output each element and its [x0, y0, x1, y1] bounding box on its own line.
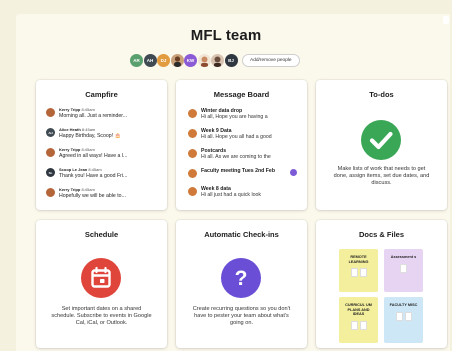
post-excerpt: Hi all. Hope you all had a good [201, 134, 272, 140]
person-photo-icon [200, 56, 208, 67]
people-row: AR AH DJ KW BJ Add/remove people [130, 52, 300, 68]
avatar[interactable] [211, 53, 224, 67]
message-text: Morning all. Just a reminder... [59, 113, 128, 119]
folder-faculty-misc[interactable]: FACULTY MISC [384, 297, 423, 343]
file-thumbnail [359, 320, 367, 330]
avatar[interactable]: DJ [157, 53, 170, 67]
message-post[interactable]: Postcards Hi all. As we are coming to th… [188, 148, 297, 166]
folder-remote-learning[interactable]: REMOTE LEARNING [339, 249, 378, 292]
folder-thumbnails [395, 311, 412, 321]
checkins-card[interactable]: Automatic Check-ins ? Create recurring q… [176, 220, 307, 348]
avatar: SL [46, 168, 55, 177]
message-post[interactable]: Winter data drop Hi all, Hope you are ha… [188, 108, 297, 126]
card-title: Automatic Check-ins [204, 230, 279, 239]
folder-curriculum-plans[interactable]: CURRICUL UM PLANS AND IDEAS [339, 297, 378, 343]
person-photo-icon [173, 55, 181, 67]
message-text: Happy Birthday, Scoop! 🎂 [59, 133, 122, 139]
avatar[interactable] [197, 53, 211, 67]
avatar [188, 187, 197, 196]
docs-files-card[interactable]: Docs & Files REMOTE LEARNING Assessment … [316, 220, 447, 348]
folder-name: FACULTY MISC [389, 303, 418, 307]
file-thumbnail [395, 311, 403, 321]
post-excerpt: Hi all, Hope you are having a [201, 114, 268, 120]
message-time: 8:45am [81, 187, 95, 192]
svg-text:?: ? [235, 267, 248, 290]
folder-thumbnails [400, 263, 407, 273]
scroll-indicator[interactable] [443, 16, 449, 24]
unread-badge-icon [290, 169, 297, 176]
message-text: Agreed in all ways! Have a l... [59, 153, 128, 159]
file-thumbnail [400, 263, 407, 273]
folder-name: REMOTE LEARNING [348, 255, 369, 264]
post-title: Faculty meeting Tues 2nd Feb [201, 168, 275, 174]
message-post[interactable]: Faculty meeting Tues 2nd Feb [188, 168, 297, 184]
message-author: Kerry Tripp [59, 187, 81, 192]
card-title: Schedule [84, 230, 119, 239]
message-text: Thank you! Have a good Fri... [59, 173, 128, 179]
message-time: 8:45am [81, 127, 96, 132]
chat-message: SL Scoop Le Jean 8:45am Thank you! Have … [46, 166, 159, 188]
card-title: Docs & Files [358, 230, 404, 239]
avatar [188, 149, 197, 158]
card-title: Campfire [85, 90, 118, 99]
message-time: 8:45am [81, 147, 95, 152]
person-photo-icon [214, 56, 221, 67]
file-thumbnail [404, 311, 412, 321]
card-description: Make lists of work that needs to get don… [333, 166, 430, 187]
folder-name: CURRICUL UM PLANS AND IDEAS [345, 303, 372, 317]
avatar [188, 109, 197, 118]
avatar[interactable]: KW [184, 53, 197, 67]
campfire-card[interactable]: Campfire Kerry Tripp 8:45am Morning all.… [36, 80, 167, 210]
calendar-icon [81, 258, 121, 298]
schedule-card[interactable]: Schedule Set important dates on a shared… [36, 220, 167, 348]
avatar [46, 108, 55, 117]
message-time: 8:45am [88, 167, 102, 172]
avatar [46, 188, 55, 197]
card-description: Set important dates on a shared schedule… [51, 306, 152, 327]
todos-card[interactable]: To-dos Make lists of work that needs to … [316, 80, 447, 210]
avatar: AH [46, 128, 55, 137]
avatar[interactable]: AH [143, 53, 157, 67]
add-remove-people-button[interactable]: Add/remove people [242, 53, 300, 67]
avatar[interactable] [170, 53, 184, 67]
chat-message: Kerry Tripp 8:45am Agreed in all ways! H… [46, 146, 159, 168]
card-title: Message Board [213, 90, 270, 99]
chat-message: Kerry Tripp 8:45am Hopefully we will be … [46, 186, 159, 208]
chat-message: Kerry Tripp 8:45am Morning all. Just a r… [46, 106, 159, 128]
post-excerpt: Hi all. As we are coming to the [201, 154, 271, 160]
message-text: Hopefully we will be able to... [59, 193, 126, 199]
post-excerpt: Hi all just had a quick look [201, 192, 261, 198]
folder-assessments[interactable]: Assessment s [384, 249, 423, 292]
card-title: To-dos [369, 90, 394, 99]
checkmark-icon [361, 120, 401, 160]
folder-thumbnails [350, 268, 367, 278]
file-thumbnail [359, 268, 367, 278]
message-author: Kerry Tripp [59, 107, 81, 112]
question-mark-icon: ? [221, 258, 261, 298]
message-author: Alice Heath [59, 127, 81, 132]
avatar [188, 169, 197, 178]
file-thumbnail [350, 268, 358, 278]
avatar[interactable]: AR [130, 53, 143, 67]
message-post[interactable]: Week 9 Data Hi all. Hope you all had a g… [188, 128, 297, 146]
avatar [188, 129, 197, 138]
chat-message: AH Alice Heath 8:45am Happy Birthday, Sc… [46, 126, 159, 148]
message-board-card[interactable]: Message Board Winter data drop Hi all, H… [176, 80, 307, 210]
team-title: MFL team [190, 27, 262, 44]
message-time: 8:45am [81, 107, 95, 112]
avatar[interactable]: BJ [224, 53, 238, 67]
message-author: Scoop Le Jean [59, 167, 88, 172]
card-description: Create recurring questions so you don't … [192, 306, 291, 327]
message-author: Kerry Tripp [59, 147, 81, 152]
folder-thumbnails [350, 320, 367, 330]
file-thumbnail [350, 320, 358, 330]
folder-name: Assessment s [390, 255, 417, 259]
avatar [46, 148, 55, 157]
message-post[interactable]: Week 8 data Hi all just had a quick look [188, 186, 297, 204]
